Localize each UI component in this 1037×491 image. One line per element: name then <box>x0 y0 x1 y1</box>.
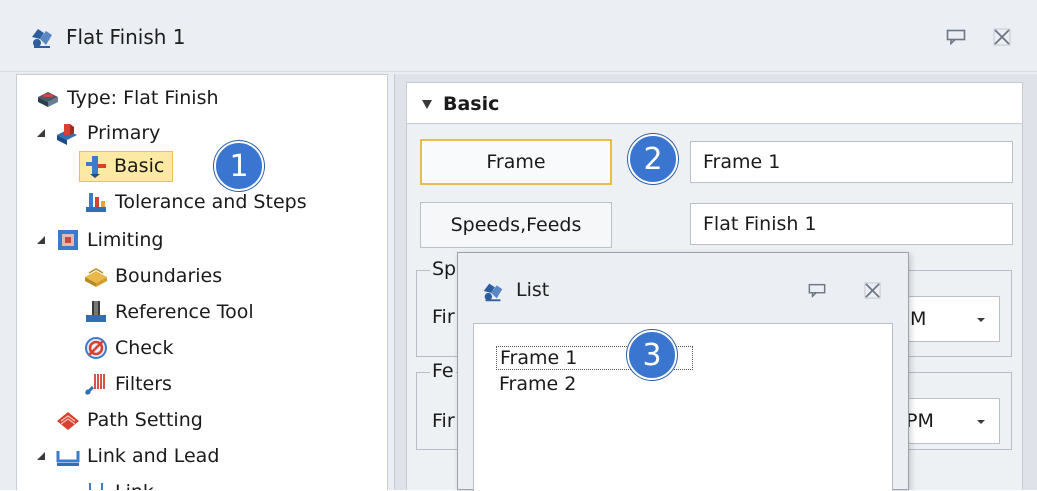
tolerance-icon <box>86 192 106 212</box>
tree-item-label: Link and Lead <box>87 444 220 467</box>
speed-combo-value: M <box>910 308 927 330</box>
tree-item-label: Boundaries <box>115 264 223 287</box>
list-dialog-title: List <box>516 279 550 301</box>
list-dialog[interactable]: List Frame 1 Frame 2 <box>457 252 909 491</box>
tree-item-label: Path Setting <box>87 408 203 431</box>
tree-item-basic[interactable]: Basic <box>79 150 174 183</box>
expanded-arrow-icon[interactable] <box>35 127 47 139</box>
tree-item-filters[interactable]: Filters <box>83 367 172 400</box>
tree-item-limiting[interactable]: Limiting <box>35 223 163 256</box>
operation-tree: Type: Flat Finish Primary Basic Toleranc… <box>16 74 388 490</box>
feed-row-label: Fir <box>432 410 455 432</box>
tree-item-type[interactable]: Type: Flat Finish <box>35 81 219 114</box>
list-item-frame-2[interactable]: Frame 2 <box>499 373 576 395</box>
frame-value-field[interactable]: Frame 1 <box>690 141 1013 183</box>
speeds-feeds-value-field[interactable]: Flat Finish 1 <box>690 203 1013 245</box>
frame-button[interactable]: Frame <box>420 139 612 185</box>
link-icon <box>89 482 103 490</box>
pin-icon[interactable] <box>808 283 826 298</box>
tree-item-tolerance-and-steps[interactable]: Tolerance and Steps <box>83 185 307 218</box>
type-icon <box>38 91 58 107</box>
chevron-down-icon[interactable] <box>976 419 986 425</box>
link-lead-icon <box>56 450 80 466</box>
title-bar: Flat Finish 1 <box>0 0 1037 72</box>
tree-item-label: Check <box>115 336 174 359</box>
tree-item-label: Limiting <box>87 228 164 251</box>
tree-item-label: Reference Tool <box>115 300 254 323</box>
tree-item-link-and-lead[interactable]: Link and Lead <box>35 439 219 472</box>
tree-item-link[interactable]: Link <box>83 475 154 490</box>
limiting-icon <box>58 229 78 250</box>
tree-item-check[interactable]: Check <box>83 331 173 364</box>
collapse-triangle-icon[interactable] <box>421 99 433 110</box>
basic-icon <box>86 156 106 178</box>
tree-item-label: Type: Flat Finish <box>67 86 219 109</box>
window-title: Flat Finish 1 <box>66 25 186 49</box>
path-setting-icon <box>57 411 79 430</box>
callout-badge-3: 3 <box>627 330 677 380</box>
chevron-down-icon[interactable] <box>976 317 986 323</box>
tree-item-label: Filters <box>115 372 172 395</box>
tree-item-reference-tool[interactable]: Reference Tool <box>83 295 254 328</box>
close-icon[interactable] <box>864 282 881 299</box>
callout-badge-2: 2 <box>628 134 678 184</box>
section-title: Basic <box>443 93 500 115</box>
tree-item-path-setting[interactable]: Path Setting <box>55 403 203 436</box>
expanded-arrow-icon[interactable] <box>35 234 47 246</box>
pin-icon[interactable] <box>946 29 966 45</box>
close-icon[interactable] <box>993 28 1011 46</box>
boundaries-icon <box>85 267 107 287</box>
primary-icon <box>57 123 77 145</box>
speed-row-label: Fir <box>432 306 455 328</box>
tree-item-label: Link <box>115 481 154 491</box>
tree-item-boundaries[interactable]: Boundaries <box>83 259 222 292</box>
tree-item-label: Tolerance and Steps <box>115 190 307 213</box>
feed-group-title: Fe <box>430 360 456 382</box>
basic-section-header[interactable]: Basic <box>406 82 1023 124</box>
tree-item-label: Primary <box>87 121 161 144</box>
expanded-arrow-icon[interactable] <box>35 450 47 462</box>
operation-icon <box>483 283 503 302</box>
check-icon <box>85 336 107 359</box>
filters-icon <box>84 373 105 395</box>
frame-listbox[interactable]: Frame 1 Frame 2 <box>473 323 893 491</box>
speeds-feeds-button[interactable]: Speeds,Feeds <box>420 202 612 248</box>
reference-tool-icon <box>86 300 106 322</box>
tree-item-primary[interactable]: Primary <box>35 116 160 149</box>
callout-badge-1: 1 <box>214 141 264 191</box>
tree-item-label: Basic <box>114 155 165 177</box>
flat-finish-window: Flat Finish 1 Type: Flat Finish Primary … <box>0 0 1037 491</box>
operation-icon <box>32 29 52 48</box>
feed-combo-value: PM <box>906 410 934 432</box>
speed-group-title: Sp <box>430 258 459 280</box>
